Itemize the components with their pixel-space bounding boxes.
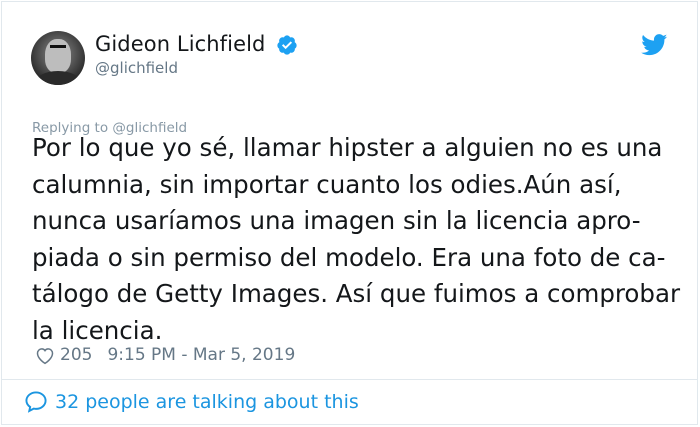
author-handle[interactable]: @glichfield <box>95 59 178 77</box>
avatar-mark <box>50 45 66 48</box>
avatar-shoulders <box>35 71 81 85</box>
avatar[interactable] <box>31 31 85 85</box>
divider <box>1 379 697 380</box>
heart-icon[interactable] <box>35 346 55 365</box>
conversation-text[interactable]: 32 people are talking about this <box>55 391 359 413</box>
author-name[interactable]: Gideon Lichfield <box>95 32 266 56</box>
tweet-text: Por lo que yo sé, llamar hipster a algui… <box>32 133 681 345</box>
like-count[interactable]: 205 <box>60 345 92 365</box>
timestamp[interactable]: 9:15 PM - Mar 5, 2019 <box>107 345 295 365</box>
speech-bubble-icon <box>25 391 47 413</box>
verified-badge-icon <box>277 35 297 55</box>
twitter-bird-icon[interactable] <box>641 34 668 56</box>
tweet-meta: 205 9:15 PM - Mar 5, 2019 <box>35 345 295 365</box>
conversation-link[interactable]: 32 people are talking about this <box>24 390 359 413</box>
